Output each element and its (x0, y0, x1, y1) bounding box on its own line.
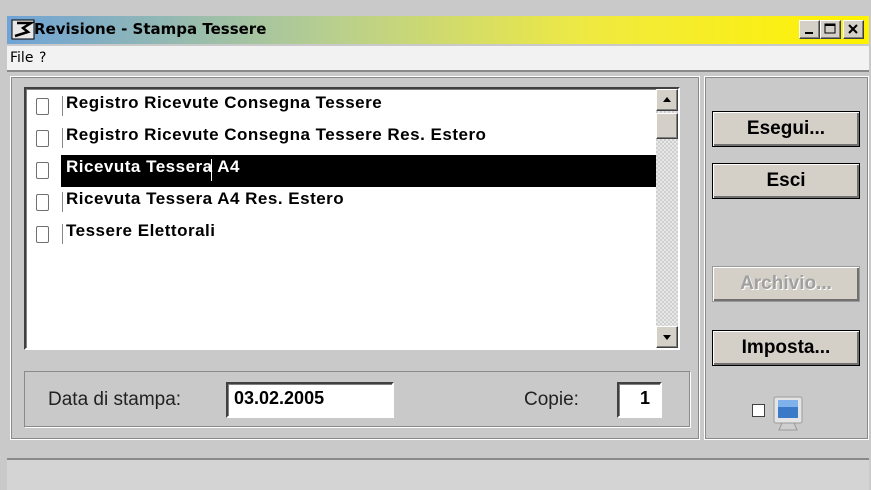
list-item[interactable]: Tessere Elettorali (26, 219, 654, 251)
minimize-button[interactable] (799, 20, 820, 39)
item-divider (62, 128, 63, 148)
item-label: Ricevuta Tessera A4 Res. Estero (66, 189, 345, 208)
item-label: Ricevuta Tessera A4 (66, 157, 240, 177)
copies-label: Copie: (524, 389, 579, 410)
execute-button[interactable]: Esegui... (712, 111, 860, 147)
text-caret (211, 159, 212, 181)
monitor-checkbox[interactable] (752, 404, 765, 417)
item-checkbox[interactable] (36, 226, 49, 243)
menu-file[interactable]: File (10, 50, 33, 66)
item-divider (62, 96, 63, 116)
close-icon (848, 24, 858, 34)
list-item[interactable]: Ricevuta Tessera A4 Res. Estero (26, 187, 654, 219)
item-checkbox[interactable] (36, 194, 49, 211)
item-checkbox[interactable] (36, 130, 49, 147)
list-item[interactable]: Registro Ricevute Consegna Tessere Res. … (26, 123, 654, 155)
menu-divider (7, 70, 869, 72)
item-divider (62, 192, 63, 212)
title-bar[interactable]: Revisione - Stampa Tessere (7, 16, 869, 44)
menu-help[interactable]: ? (39, 50, 46, 66)
item-checkbox[interactable] (36, 98, 49, 115)
item-label: Registro Ricevute Consegna Tessere Res. … (66, 125, 487, 144)
setup-button[interactable]: Imposta... (712, 330, 860, 366)
menu-bar: File ? (7, 46, 869, 70)
close-button[interactable] (843, 20, 864, 39)
monitor-icon (773, 396, 803, 431)
status-bar (7, 460, 869, 490)
window-title: Revisione - Stampa Tessere (34, 20, 267, 38)
scroll-up-button[interactable] (656, 89, 678, 111)
maximize-icon (824, 23, 836, 34)
item-checkbox[interactable] (36, 162, 49, 179)
minimize-icon (805, 32, 813, 34)
scroll-thumb[interactable] (656, 113, 678, 139)
item-label: Tessere Elettorali (66, 221, 216, 240)
item-divider (62, 224, 63, 244)
exit-button[interactable]: Esci (712, 163, 860, 199)
copies-input[interactable]: 1 (617, 382, 662, 418)
vertical-scrollbar[interactable] (656, 89, 678, 348)
scroll-down-button[interactable] (656, 326, 678, 348)
main-window: Revisione - Stampa Tessere File ? Regist… (0, 0, 871, 490)
list-item-selected[interactable]: Ricevuta Tessera A4 (26, 155, 674, 187)
date-label: Data di stampa: (48, 389, 182, 410)
list-item[interactable]: Registro Ricevute Consegna Tessere (26, 91, 654, 123)
scroll-down-icon (663, 335, 671, 340)
app-logo-icon (11, 19, 35, 40)
date-input[interactable]: 03.02.2005 (226, 382, 394, 418)
report-listbox[interactable]: Registro Ricevute Consegna Tessere Regis… (24, 87, 680, 350)
maximize-button[interactable] (820, 20, 841, 39)
archive-button[interactable]: Archivio... (712, 266, 860, 302)
item-label: Registro Ricevute Consegna Tessere (66, 93, 383, 112)
scroll-up-icon (663, 97, 671, 102)
